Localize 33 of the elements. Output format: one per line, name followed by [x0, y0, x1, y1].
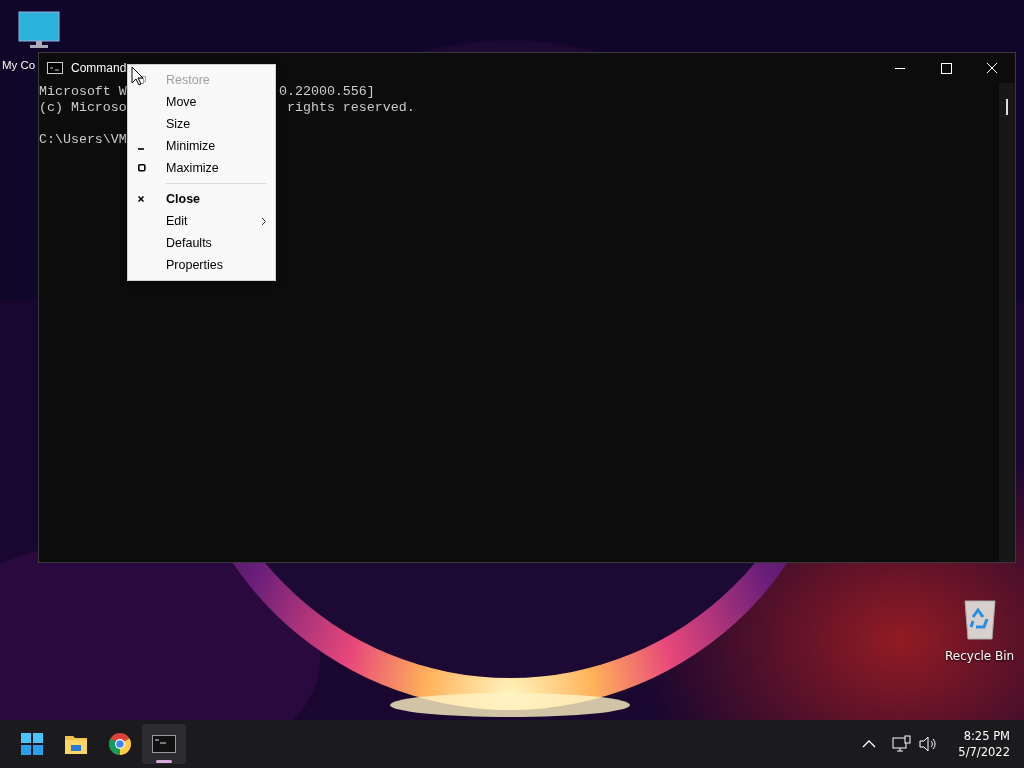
- menu-item[interactable]: Minimize: [128, 135, 275, 157]
- taskbar-app-button[interactable]: [142, 724, 186, 764]
- network-icon[interactable]: [892, 735, 913, 753]
- console-text: Microsoft W: [39, 84, 127, 100]
- terminal-icon: [47, 62, 63, 74]
- speaker-icon[interactable]: [918, 735, 939, 753]
- maximize-icon: [138, 164, 146, 172]
- console-text: rights reserved.: [287, 100, 415, 116]
- console-text: C:\Users\VM: [39, 132, 127, 148]
- browser-icon: [108, 732, 132, 756]
- icon-label[interactable]: Recycle Bin: [945, 647, 1015, 665]
- menu-item[interactable]: Edit: [128, 210, 275, 232]
- scrollbar[interactable]: [999, 83, 1015, 562]
- menu-item[interactable]: Defaults: [128, 232, 275, 254]
- minimize-icon: [138, 147, 144, 150]
- close-icon: [138, 196, 144, 202]
- chevron-up-icon[interactable]: [862, 739, 877, 749]
- menu-item[interactable]: Maximize: [128, 157, 275, 179]
- minimize-icon: [895, 67, 905, 69]
- menu-item[interactable]: Properties: [128, 254, 275, 276]
- console-text: (c) Microso: [39, 100, 127, 116]
- maximize-icon: [940, 62, 952, 74]
- monitor-icon[interactable]: [18, 11, 60, 49]
- close-icon: [987, 63, 997, 73]
- icon-label[interactable]: My Co: [2, 57, 36, 75]
- menu-item[interactable]: Size: [128, 113, 275, 135]
- terminal-icon: [152, 732, 176, 756]
- menu-item[interactable]: Close: [128, 188, 275, 210]
- windows-logo-icon: [20, 732, 44, 756]
- menu-item[interactable]: Move: [128, 91, 275, 113]
- window-title: Command: [71, 60, 127, 77]
- console-text: 0.22000.556]: [279, 84, 375, 100]
- clock[interactable]: 8:25 PM 5/7/2022: [958, 728, 1010, 760]
